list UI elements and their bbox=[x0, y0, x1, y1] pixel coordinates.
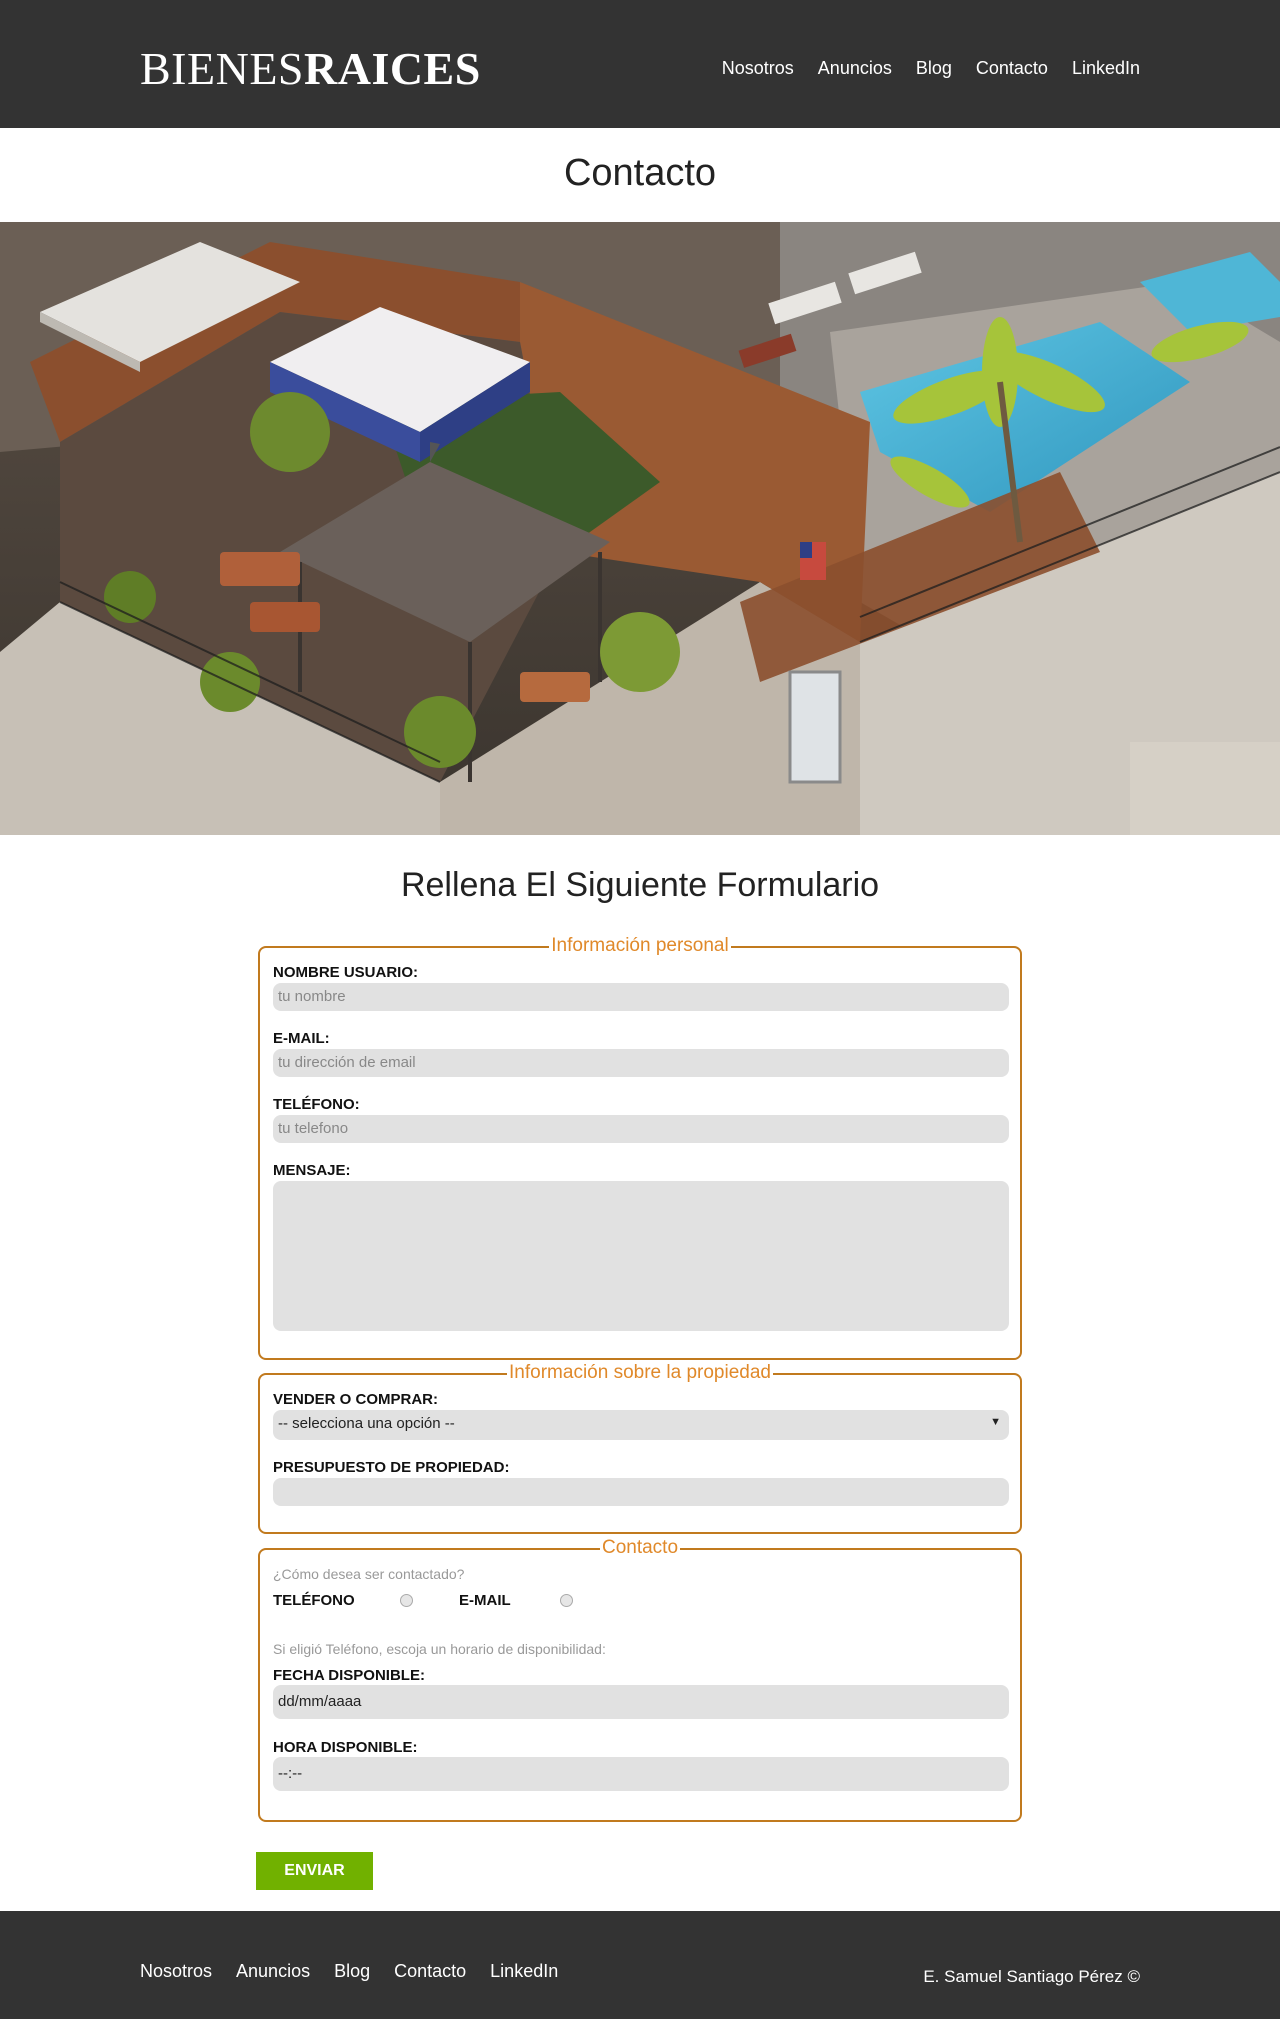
name-input[interactable]: tu nombre bbox=[273, 983, 1009, 1011]
footer-link-anuncios[interactable]: Anuncios bbox=[236, 1961, 310, 1982]
label-buy-sell: Vender o Comprar: bbox=[273, 1391, 439, 1408]
fieldset-property-info: Información sobre la propiedad Vender o … bbox=[258, 1362, 1022, 1534]
page-title: Contacto bbox=[563, 152, 717, 194]
message-textarea[interactable] bbox=[273, 1181, 1009, 1331]
radio-email[interactable] bbox=[560, 1594, 573, 1607]
legend-property-info: Información sobre la propiedad bbox=[260, 1362, 1020, 1384]
logo-regular: BIENES bbox=[140, 43, 304, 94]
legend-contact: Contacto bbox=[260, 1537, 1020, 1559]
site-header: BIENESRAICES Nosotros Anuncios Blog Cont… bbox=[0, 0, 1280, 128]
footer-link-nosotros[interactable]: Nosotros bbox=[140, 1961, 212, 1982]
site-footer: Nosotros Anuncios Blog Contacto LinkedIn… bbox=[0, 1911, 1280, 2019]
legend-contact-text: Contacto bbox=[599, 1537, 681, 1558]
footer-link-blog[interactable]: Blog bbox=[334, 1961, 370, 1982]
schedule-hint: Si eligió Teléfono, escoja un horario de… bbox=[273, 1641, 606, 1657]
chevron-down-icon: ▼ bbox=[990, 1416, 1001, 1428]
footer-nav: Nosotros Anuncios Blog Contacto LinkedIn bbox=[140, 1961, 558, 1982]
phone-input[interactable]: tu telefono bbox=[273, 1115, 1009, 1143]
nav-link-contacto[interactable]: Contacto bbox=[976, 58, 1048, 79]
email-input[interactable]: tu dirección de email bbox=[273, 1049, 1009, 1077]
label-email: E-mail: bbox=[273, 1030, 330, 1047]
label-option-phone: Teléfono bbox=[273, 1592, 355, 1609]
nav-link-nosotros[interactable]: Nosotros bbox=[722, 58, 794, 79]
logo[interactable]: BIENESRAICES bbox=[140, 42, 481, 95]
hero-image bbox=[0, 222, 1280, 835]
copyright: E. Samuel Santiago Pérez © bbox=[923, 1967, 1140, 1986]
form-title: Rellena El Siguiente Formulario bbox=[400, 866, 880, 904]
budget-input[interactable] bbox=[273, 1478, 1009, 1506]
buy-sell-selected-value: -- selecciona una opción -- bbox=[278, 1415, 455, 1432]
footer-link-linkedin[interactable]: LinkedIn bbox=[490, 1961, 558, 1982]
label-date: Fecha Disponible: bbox=[273, 1667, 425, 1684]
label-time: Hora Disponible: bbox=[273, 1739, 418, 1756]
label-option-email: E-mail bbox=[459, 1592, 511, 1609]
radio-phone[interactable] bbox=[400, 1594, 413, 1607]
legend-personal-info: Información personal bbox=[260, 935, 1020, 957]
logo-bold: RAICES bbox=[304, 43, 481, 94]
buy-sell-select[interactable]: -- selecciona una opción -- ▼ bbox=[273, 1410, 1009, 1440]
fieldset-personal-info: Información personal Nombre Usuario: tu … bbox=[258, 935, 1022, 1360]
footer-link-contacto[interactable]: Contacto bbox=[394, 1961, 466, 1982]
legend-property-info-text: Información sobre la propiedad bbox=[507, 1362, 773, 1383]
contact-question: ¿Cómo desea ser contactado? bbox=[273, 1566, 465, 1582]
main-nav: Nosotros Anuncios Blog Contacto LinkedIn bbox=[722, 58, 1140, 79]
nav-link-anuncios[interactable]: Anuncios bbox=[818, 58, 892, 79]
label-name: Nombre Usuario: bbox=[273, 964, 418, 981]
rooftop-illustration bbox=[0, 222, 1280, 835]
label-phone: Teléfono: bbox=[273, 1096, 360, 1113]
nav-link-blog[interactable]: Blog bbox=[916, 58, 952, 79]
label-message: Mensaje: bbox=[273, 1162, 351, 1179]
fieldset-contact: Contacto ¿Cómo desea ser contactado? Tel… bbox=[258, 1537, 1022, 1822]
date-input[interactable]: dd/mm/aaaa bbox=[273, 1685, 1009, 1719]
submit-button[interactable]: Enviar bbox=[256, 1852, 373, 1890]
time-input[interactable]: --:-- bbox=[273, 1757, 1009, 1791]
legend-personal-info-text: Información personal bbox=[549, 935, 731, 956]
nav-link-linkedin[interactable]: LinkedIn bbox=[1072, 58, 1140, 79]
label-budget: Presupuesto de Propiedad: bbox=[273, 1459, 510, 1476]
